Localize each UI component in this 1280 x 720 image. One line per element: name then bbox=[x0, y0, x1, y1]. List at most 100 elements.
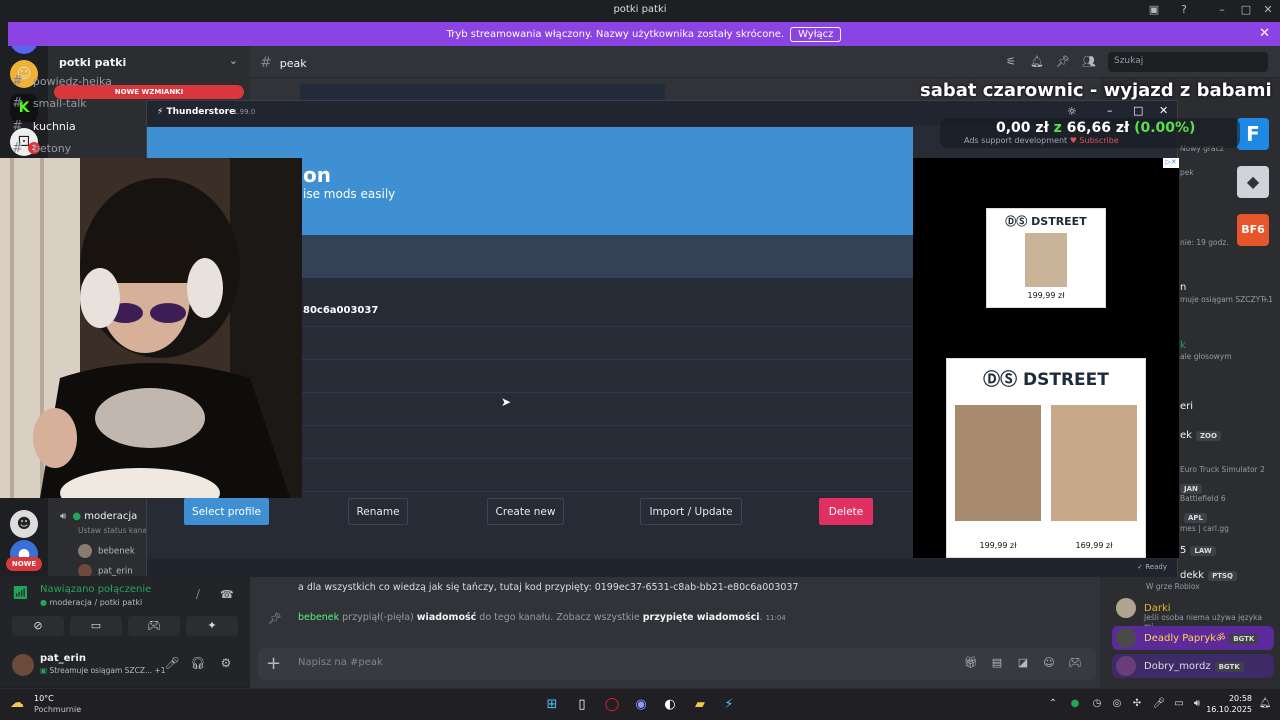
member-dobry-mordz[interactable]: Dobry_mordz BGTK bbox=[1116, 656, 1244, 676]
select-profile-button[interactable]: Select profile bbox=[184, 498, 269, 525]
ad-card[interactable]: ⒹⓈ DSTREET 199,99 zł 169,99 zł bbox=[946, 358, 1146, 558]
tray-app-icon[interactable]: ✣ bbox=[1130, 698, 1144, 712]
member-name[interactable]: 5 LAW bbox=[1180, 545, 1216, 556]
username[interactable]: bebenek bbox=[298, 612, 339, 623]
clock-time[interactable]: 20:58 bbox=[1212, 694, 1252, 703]
maximize-icon[interactable]: □ bbox=[1238, 3, 1254, 19]
message-composer[interactable]: + Napisz na #peak 🎁︎ ▤ ◪ ☺ 🎮︎ bbox=[258, 648, 1096, 680]
inbox-icon[interactable]: ▣ bbox=[1146, 3, 1162, 19]
member-tag-row[interactable]: APL bbox=[1180, 512, 1208, 523]
discord-icon[interactable]: ◉ bbox=[631, 695, 651, 715]
notification-icon[interactable]: 🔔︎ bbox=[1258, 698, 1272, 712]
activity-button[interactable]: 🎮︎ bbox=[128, 616, 180, 636]
maximize-icon[interactable]: □ bbox=[1133, 104, 1143, 117]
gift-icon[interactable]: 🎁︎ bbox=[964, 656, 978, 670]
search-input[interactable]: Szukaj bbox=[1108, 52, 1268, 72]
message-link[interactable]: wiadomość bbox=[417, 612, 476, 623]
sticker-icon[interactable]: ◪ bbox=[1016, 656, 1030, 670]
channel-item-betony[interactable]: # betony bbox=[12, 141, 71, 156]
chevron-up-icon[interactable]: ⌃ bbox=[1046, 698, 1060, 712]
bell-icon[interactable]: 🔔︎ bbox=[1030, 55, 1044, 69]
disable-streaming-button[interactable]: Wyłącz bbox=[790, 27, 842, 42]
screen-share-button[interactable]: ▭ bbox=[70, 616, 122, 636]
import-update-button[interactable]: Import / Update bbox=[640, 498, 742, 525]
minimize-icon[interactable]: – bbox=[1107, 104, 1113, 117]
avatar bbox=[1116, 628, 1136, 648]
network-icon[interactable]: ▭ bbox=[1172, 698, 1186, 712]
thunderstore-taskbar-icon[interactable]: ⚡︎ bbox=[719, 695, 739, 715]
thunderstore-logo: ⚡︎ Thunderstore bbox=[157, 107, 236, 117]
create-new-button[interactable]: Create new bbox=[487, 498, 564, 525]
roblox-icon: ◆ bbox=[1237, 166, 1269, 198]
pinned-messages-link[interactable]: przypięte wiadomości bbox=[643, 612, 760, 623]
add-attachment-icon[interactable]: + bbox=[266, 653, 281, 674]
tray-app-icon[interactable]: ◎ bbox=[1110, 698, 1124, 712]
ad-card[interactable]: ⒹⓈ DSTREET 199,99 zł bbox=[986, 208, 1106, 308]
user-name[interactable]: pat_erin bbox=[40, 653, 86, 664]
server-name[interactable]: potki patki bbox=[59, 56, 126, 69]
voice-panel: 📶︎ Nawiązano połączenie ● moderacja / po… bbox=[0, 576, 250, 686]
member-name[interactable]: n bbox=[1180, 282, 1186, 293]
donation-amount: 0,00 zł z 66,66 zł (0.00%) bbox=[996, 120, 1196, 136]
weather-cloud-icon[interactable]: ☁ bbox=[10, 695, 24, 711]
webcam-image bbox=[0, 158, 302, 498]
rename-button[interactable]: Rename bbox=[348, 498, 408, 525]
soundboard-button[interactable]: ✦ bbox=[186, 616, 238, 636]
webcam-overlay bbox=[0, 158, 302, 498]
member-deadly-paprik[interactable]: Deadly Paprykॐ BGTK bbox=[1116, 628, 1259, 648]
gif-icon[interactable]: ▤ bbox=[990, 656, 1004, 670]
threads-icon[interactable]: ⚟ bbox=[1004, 55, 1018, 69]
help-icon[interactable]: ? bbox=[1176, 3, 1192, 19]
window-title: potki patki bbox=[613, 4, 667, 15]
emoji-icon[interactable]: ☺ bbox=[1042, 656, 1056, 670]
noise-suppression-icon[interactable]: ⧸ bbox=[196, 588, 200, 602]
file-icon[interactable]: ▯ bbox=[572, 695, 592, 715]
headphones-icon[interactable]: 🎧︎ bbox=[190, 656, 206, 672]
folder-icon[interactable]: ▰ bbox=[690, 695, 710, 715]
windows-start-icon[interactable]: ⊞ bbox=[542, 695, 562, 715]
chevron-down-icon[interactable]: ⌄ bbox=[229, 54, 238, 67]
member-name[interactable]: ek ZOO bbox=[1180, 430, 1221, 441]
member-tag-row[interactable]: JAN bbox=[1176, 483, 1202, 494]
voice-status-hint[interactable]: Ustaw status kanału bbox=[78, 526, 154, 535]
member-name[interactable]: eri bbox=[1180, 401, 1193, 412]
member-activity: ale głosowym bbox=[1180, 352, 1232, 361]
server-icon-ghost[interactable]: ☻ bbox=[10, 510, 38, 538]
mic-icon[interactable]: 🎤︎ bbox=[164, 656, 180, 672]
member-activity: W grze Roblox bbox=[1146, 582, 1200, 591]
apps-icon[interactable]: 🎮︎ bbox=[1068, 656, 1082, 670]
server-tag: PTSQ bbox=[1208, 571, 1237, 581]
pin-icon[interactable]: 📌︎ bbox=[1056, 55, 1070, 69]
clock-date[interactable]: 16.10.2025 bbox=[1196, 705, 1252, 714]
close-window-icon[interactable]: ✕ bbox=[1260, 3, 1276, 19]
tray-app-icon[interactable]: ◷ bbox=[1090, 698, 1104, 712]
member-name[interactable]: dekk PTSQ bbox=[1180, 570, 1237, 581]
channel-item-small-talk[interactable]: # small-talk bbox=[12, 96, 87, 111]
member-name[interactable]: k bbox=[1180, 340, 1186, 351]
hash-icon: # bbox=[12, 119, 23, 134]
weather-temp[interactable]: 10°C bbox=[34, 694, 54, 703]
delete-button[interactable]: Delete bbox=[819, 498, 873, 525]
settings-gear-icon[interactable]: ⚙ bbox=[218, 656, 234, 672]
media-icon[interactable]: ◐ bbox=[660, 695, 680, 715]
avatar[interactable] bbox=[12, 654, 34, 676]
ad-panel[interactable]: ▷✕ ⒹⓈ DSTREET 199,99 zł ⒹⓈ DSTREET 199,9… bbox=[913, 158, 1179, 558]
voice-user[interactable]: bebenek bbox=[78, 544, 135, 558]
voice-connected-status[interactable]: Nawiązano połączenie bbox=[40, 584, 151, 595]
close-icon[interactable]: ✕ bbox=[1159, 104, 1168, 117]
composer-placeholder[interactable]: Napisz na #peak bbox=[298, 657, 383, 668]
ad-choices-icon[interactable]: ▷✕ bbox=[1163, 158, 1179, 168]
minimize-icon[interactable]: – bbox=[1214, 3, 1230, 19]
mic-tray-icon[interactable]: 🎤︎ bbox=[1152, 698, 1166, 712]
new-badge: NOWE bbox=[6, 557, 42, 571]
members-icon[interactable]: 👥︎ bbox=[1082, 55, 1096, 69]
theme-icon[interactable]: ☼ bbox=[1067, 105, 1077, 118]
camera-off-button[interactable]: ⊘ bbox=[12, 616, 64, 636]
disconnect-icon[interactable]: ☎ bbox=[220, 588, 234, 601]
channel-item-kuchnia[interactable]: # kuchnia bbox=[12, 119, 76, 134]
avatar bbox=[78, 544, 92, 558]
tray-app-icon[interactable]: ● bbox=[1068, 698, 1082, 712]
voice-channel-moderacja[interactable]: 🔊︎ ● moderacja bbox=[60, 511, 137, 522]
close-icon[interactable]: ✕ bbox=[1259, 26, 1270, 41]
opera-icon[interactable]: ◯ bbox=[602, 695, 622, 715]
